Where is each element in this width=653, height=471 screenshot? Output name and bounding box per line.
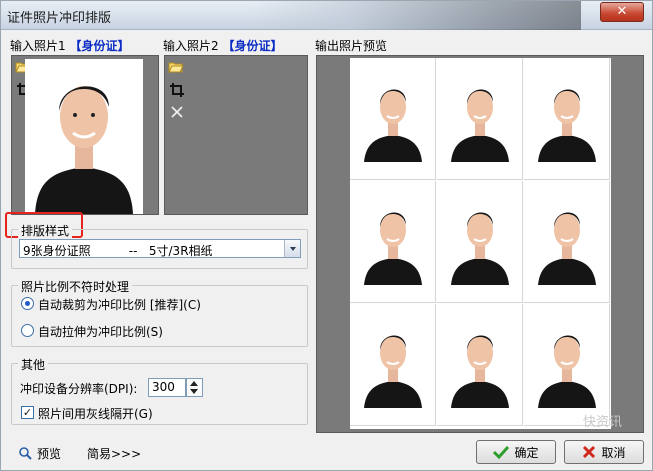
preview-panel [316, 55, 644, 433]
preview-photo [437, 58, 523, 180]
radio-auto-crop[interactable] [21, 297, 34, 310]
layout-style-group: 排版样式 9张身份证照 -- 5寸/3R相纸 [11, 222, 308, 269]
radio-auto-stretch-label[interactable]: 自动拉伸为冲印比例(S) [38, 323, 163, 340]
preview-title: 输出照片预览 [315, 39, 388, 53]
input2-tag: 【身份证】 [222, 39, 283, 53]
open-folder-icon[interactable] [168, 59, 184, 75]
window-title: 证件照片冲印排版 [7, 11, 112, 26]
input1-tag: 【身份证】 [69, 39, 130, 53]
ok-label: 确定 [514, 445, 539, 460]
magnifier-icon [19, 447, 32, 460]
preview-link[interactable]: 预览 [19, 445, 61, 462]
input1-photo [25, 59, 143, 214]
delete-icon[interactable] [169, 104, 185, 120]
radio-auto-crop-label[interactable]: 自动裁剪为冲印比例 [推荐](C) [38, 296, 201, 313]
input1-label-row: 输入照片1 【身份证】 [10, 37, 129, 54]
spin-arrows-icon [190, 381, 198, 394]
preview-photo [524, 181, 610, 303]
check-icon [493, 445, 510, 459]
gray-line-checkbox[interactable]: ✓ [21, 406, 34, 419]
preview-photo [524, 304, 610, 426]
cross-icon [583, 445, 596, 459]
input1-panel[interactable] [11, 55, 159, 215]
preview-photo [437, 304, 523, 426]
layout-style-select[interactable]: 9张身份证照 -- 5寸/3R相纸 [19, 239, 301, 258]
preview-photo [437, 181, 523, 303]
dialog-window: 证件照片冲印排版 ✕ 输入照片1 【身份证】 输入照片2 【身份证】 排版样式 … [0, 0, 653, 471]
title-bar-background [251, 1, 581, 30]
preview-label[interactable]: 预览 [37, 445, 61, 462]
preview-paper [350, 58, 611, 429]
preview-photo [350, 181, 436, 303]
ratio-group: 照片比例不符时处理 自动裁剪为冲印比例 [推荐](C) 自动拉伸为冲印比例(S) [11, 278, 308, 347]
dpi-spinner[interactable] [186, 378, 203, 397]
input1-label: 输入照片1 [10, 39, 66, 53]
radio-auto-stretch[interactable] [21, 324, 34, 337]
cancel-label: 取消 [601, 445, 626, 460]
dpi-input[interactable]: 300 [148, 378, 186, 397]
preview-photo [524, 58, 610, 180]
other-group: 其他 冲印设备分辨率(DPI): 300 ✓ 照片间用灰线隔开(G) [11, 356, 308, 425]
ratio-group-title: 照片比例不符时处理 [18, 278, 133, 295]
simple-mode-link[interactable]: 简易>>> [87, 445, 141, 462]
input2-label-row: 输入照片2 【身份证】 [163, 37, 282, 54]
close-button[interactable]: ✕ [600, 2, 644, 22]
layout-style-value: 9张身份证照 -- 5寸/3R相纸 [23, 244, 213, 258]
watermark-text: 快资讯 [582, 415, 622, 430]
input2-panel[interactable] [164, 55, 308, 215]
preview-photo [350, 304, 436, 426]
input2-label: 输入照片2 [163, 39, 219, 53]
other-group-title: 其他 [18, 356, 49, 373]
title-bar: 证件照片冲印排版 ✕ [1, 1, 652, 30]
dpi-label: 冲印设备分辨率(DPI): [20, 382, 138, 396]
gray-line-label[interactable]: 照片间用灰线隔开(G) [38, 405, 153, 422]
crop-icon[interactable] [169, 82, 185, 98]
layout-style-title: 排版样式 [18, 222, 73, 239]
dropdown-arrow-icon[interactable] [284, 240, 300, 257]
cancel-button[interactable]: 取消 [564, 440, 644, 464]
ok-button[interactable]: 确定 [476, 440, 556, 464]
preview-photo [350, 58, 436, 180]
